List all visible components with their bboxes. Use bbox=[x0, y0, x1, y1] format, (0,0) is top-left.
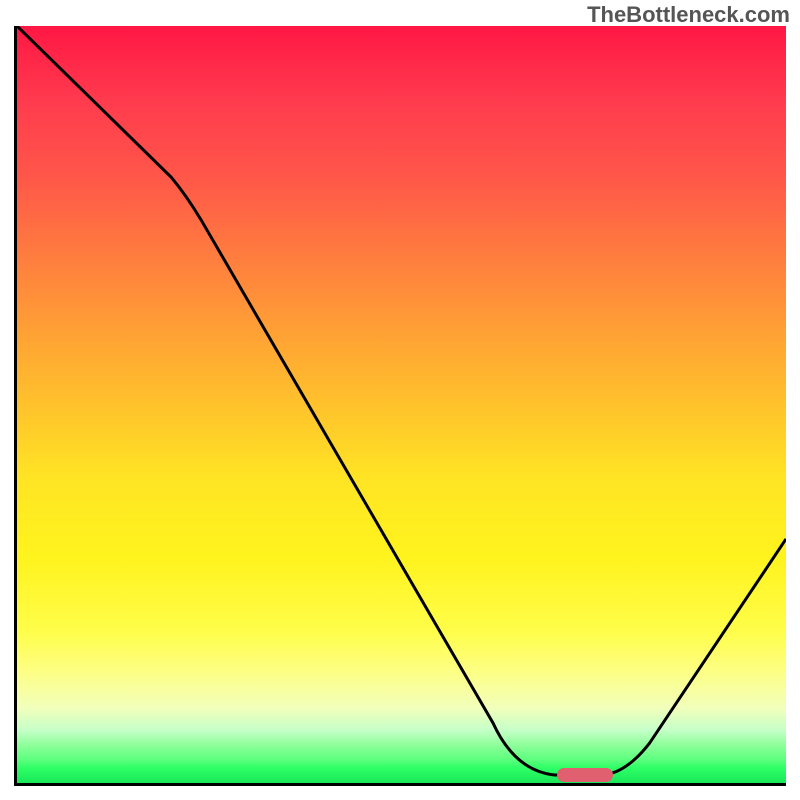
bottleneck-curve-line bbox=[17, 26, 786, 775]
chart-curve-svg bbox=[17, 26, 786, 783]
chart-plot-area bbox=[14, 26, 786, 786]
optimal-range-marker bbox=[557, 768, 613, 782]
watermark-text: TheBottleneck.com bbox=[587, 2, 790, 28]
